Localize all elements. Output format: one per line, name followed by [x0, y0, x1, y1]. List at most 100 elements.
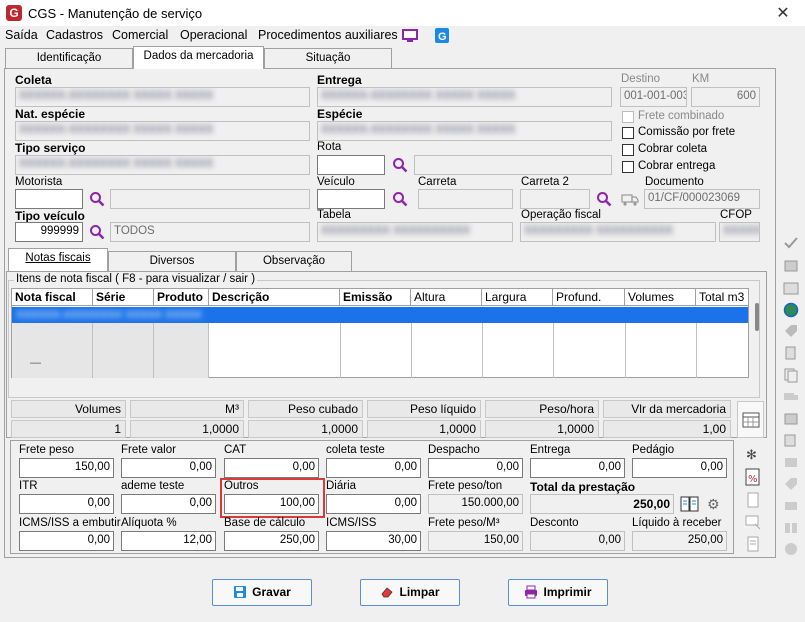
- tab-notas-fiscais[interactable]: Notas fiscais: [8, 248, 108, 271]
- pedagio-input[interactable]: 0,00: [632, 458, 727, 478]
- entrega-charge-input[interactable]: 0,00: [530, 458, 625, 478]
- comissao-frete-checkbox[interactable]: [622, 127, 634, 139]
- col-volumes[interactable]: Volumes: [625, 289, 696, 306]
- entrega-value: XXXXXX-XXXXXXXX XXXXX XXXXX: [321, 90, 516, 102]
- rota-search-icon[interactable]: [392, 157, 408, 173]
- tab-situacao[interactable]: Situação: [264, 48, 392, 68]
- grid-scrollbar[interactable]: [755, 303, 759, 331]
- col-emissao[interactable]: Emissão: [340, 289, 411, 306]
- veiculo-search-icon[interactable]: [392, 191, 408, 207]
- base-calculo-input[interactable]: 250,00: [224, 531, 319, 551]
- veiculo-label: Veículo: [317, 176, 355, 188]
- aliquota-input[interactable]: 12,00: [121, 531, 216, 551]
- col-serie[interactable]: Série: [93, 289, 154, 306]
- forward-doc-icon[interactable]: [783, 345, 799, 361]
- tab-diversos[interactable]: Diversos: [108, 251, 236, 271]
- attach-icon[interactable]: ✻: [744, 445, 762, 463]
- cat-input[interactable]: 0,00: [224, 458, 319, 478]
- menu-comercial[interactable]: Comercial: [112, 28, 168, 42]
- settings-icon[interactable]: [783, 541, 799, 557]
- label-icon[interactable]: [783, 476, 799, 492]
- tab-dados-mercadoria[interactable]: Dados da mercadoria: [133, 46, 264, 69]
- app-g-icon[interactable]: G: [435, 28, 449, 43]
- col-profund[interactable]: Profund.: [553, 289, 625, 306]
- copy-doc-icon[interactable]: [783, 367, 799, 383]
- col-divider: [482, 323, 483, 378]
- frete-valor-input[interactable]: 0,00: [121, 458, 216, 478]
- rota-input[interactable]: [317, 155, 385, 175]
- table-row[interactable]: XXXXXX-XXXXXXXX XXXXX XXXXX: [12, 307, 748, 323]
- globe-icon[interactable]: [783, 302, 799, 318]
- icms-embutir-input[interactable]: 0,00: [19, 531, 114, 551]
- truck-icon[interactable]: [621, 191, 639, 207]
- ademe-teste-input[interactable]: 0,00: [121, 494, 216, 514]
- carreta2-label: Carreta 2: [521, 176, 569, 188]
- menu-cadastros[interactable]: Cadastros: [46, 28, 103, 42]
- cobrar-entrega-label: Cobrar entrega: [638, 160, 716, 172]
- operacao-fiscal-value: XXXXXXXXX XXXXXXXXXX: [524, 225, 673, 237]
- tipo-veiculo-search-icon[interactable]: [89, 224, 105, 240]
- tipo-servico-label: Tipo serviço: [15, 141, 86, 155]
- calculator-button[interactable]: [737, 401, 764, 438]
- box-icon[interactable]: [783, 411, 799, 427]
- document-icon[interactable]: [744, 491, 762, 509]
- print-preview-icon[interactable]: [744, 513, 762, 531]
- col-nota-fiscal[interactable]: Nota fiscal: [12, 289, 93, 306]
- svg-text:%: %: [748, 474, 758, 485]
- despacho-input[interactable]: 0,00: [428, 458, 523, 478]
- window-title: CGS - Manutenção de serviço: [28, 6, 203, 21]
- diaria-input[interactable]: 0,00: [326, 494, 421, 514]
- col-altura[interactable]: Altura: [411, 289, 482, 306]
- motorista-input[interactable]: [15, 189, 83, 209]
- gravar-button[interactable]: Gravar: [212, 579, 312, 606]
- cfop-value: XXXXX: [723, 225, 760, 237]
- book-icon[interactable]: [680, 495, 700, 513]
- nat-especie-label: Nat. espécie: [15, 107, 86, 121]
- check-icon[interactable]: [783, 235, 799, 251]
- veiculo-input[interactable]: [317, 189, 385, 209]
- doc-lines-icon[interactable]: [744, 535, 762, 553]
- monitor-icon[interactable]: [402, 29, 418, 43]
- liquido-label: Líquido à receber: [632, 517, 722, 529]
- col-descricao[interactable]: Descrição: [209, 289, 340, 306]
- arrows-icon[interactable]: [783, 498, 799, 514]
- menu-procedimentos[interactable]: Procedimentos auxiliares: [258, 28, 398, 42]
- rota-label: Rota: [317, 141, 342, 153]
- col-largura[interactable]: Largura: [482, 289, 553, 306]
- edit-doc-icon[interactable]: [783, 432, 799, 448]
- limpar-button[interactable]: Limpar: [360, 579, 460, 606]
- frete-peso-ton-field: 150.000,00: [428, 494, 523, 514]
- book-open-icon[interactable]: [783, 520, 799, 536]
- close-window-button[interactable]: ✕: [773, 3, 793, 23]
- tab-observacao[interactable]: Observação: [236, 251, 352, 271]
- truck-side-icon[interactable]: [783, 389, 799, 405]
- ciot-icon[interactable]: [783, 280, 799, 296]
- despacho-label: Despacho: [428, 444, 480, 456]
- imprimir-button[interactable]: Imprimir: [508, 579, 608, 606]
- icms-iss-input[interactable]: 30,00: [326, 531, 421, 551]
- percent-doc-icon[interactable]: %: [744, 468, 762, 486]
- icms-embutir-label: ICMS/ISS a embutir: [19, 517, 121, 529]
- tab-identificacao[interactable]: Identificação: [5, 48, 133, 68]
- cobrar-entrega-checkbox[interactable]: [622, 161, 634, 173]
- frete-combinado-checkbox[interactable]: [622, 111, 634, 123]
- carreta2-search-icon[interactable]: [596, 191, 612, 207]
- tag-icon[interactable]: [783, 323, 799, 339]
- col-total-m3[interactable]: Total m3: [696, 289, 748, 306]
- tipo-veiculo-input[interactable]: 999999: [15, 222, 83, 242]
- menu-operacional[interactable]: Operacional: [180, 28, 247, 42]
- motorista-search-icon[interactable]: [89, 191, 105, 207]
- frete-peso-input[interactable]: 150,00: [19, 458, 114, 478]
- stack-icon[interactable]: [783, 454, 799, 470]
- nat-especie-value: XXXXXX-XXXXXXXX XXXXX XXXXX: [19, 124, 214, 136]
- cobrar-coleta-checkbox[interactable]: [622, 144, 634, 156]
- menu-saida[interactable]: Saída: [5, 28, 38, 42]
- itr-input[interactable]: 0,00: [19, 494, 114, 514]
- cat-label: CAT: [224, 444, 247, 456]
- coleta-teste-input[interactable]: 0,00: [326, 458, 421, 478]
- col-produto[interactable]: Produto: [154, 289, 209, 306]
- truck-load-icon[interactable]: [783, 258, 799, 274]
- m3-value: 1,0000: [130, 420, 244, 438]
- itens-grid[interactable]: Nota fiscal Série Produto Descrição Emis…: [11, 288, 749, 378]
- calculate-icon[interactable]: ⚙: [706, 495, 724, 513]
